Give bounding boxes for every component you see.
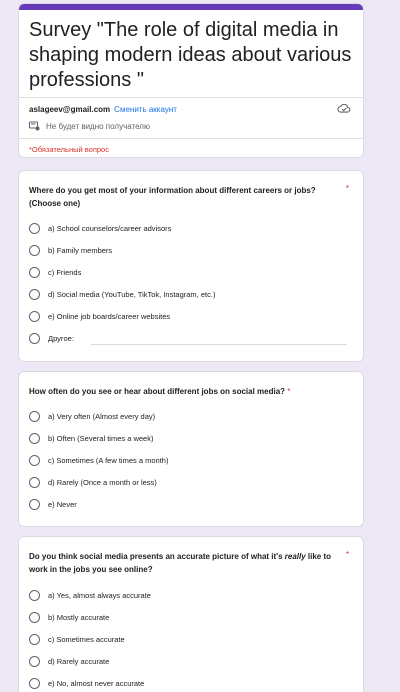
option-e[interactable]: e) Online job boards/career websites [29, 309, 170, 323]
radio-button[interactable] [29, 476, 40, 488]
radio-button[interactable] [29, 498, 40, 510]
form-page: Survey "The role of digital media in sha… [0, 0, 400, 692]
option-label: a) Very often (Almost every day) [48, 411, 156, 421]
account-row: aslageev@gmail.com Сменить аккаунт [29, 102, 355, 116]
radio-button[interactable] [29, 244, 40, 256]
question-title-emphasis: really [284, 552, 306, 561]
account-email: aslageev@gmail.com [29, 104, 111, 114]
question-card-1: Where do you get most of your informatio… [18, 170, 364, 362]
option-b[interactable]: b) Family members [29, 243, 112, 257]
question-title: Where do you get most of your informatio… [29, 186, 316, 208]
option-d[interactable]: d) Rarely accurate [29, 654, 109, 668]
required-star: * [345, 184, 349, 193]
option-e[interactable]: e) No, almost never accurate [29, 676, 144, 690]
divider [19, 138, 363, 139]
privacy-note: Не будет видно получателю [46, 121, 150, 131]
switch-account-link[interactable]: Сменить аккаунт [114, 105, 177, 114]
radio-button[interactable] [29, 310, 40, 322]
radio-button[interactable] [29, 410, 40, 422]
option-e[interactable]: e) Never [29, 497, 77, 511]
option-label: e) No, almost never accurate [48, 678, 145, 688]
radio-button[interactable] [29, 432, 40, 444]
option-label: c) Sometimes accurate [48, 634, 125, 644]
cloud-save-icon [337, 103, 351, 113]
required-star: * [287, 387, 291, 396]
option-d[interactable]: d) Rarely (Once a month or less) [29, 475, 157, 489]
question-title-start: Do you think social media presents an ac… [29, 552, 285, 561]
option-a[interactable]: a) Very often (Almost every day) [29, 409, 155, 423]
option-label: a) School counselors/career advisors [48, 223, 172, 233]
option-d[interactable]: d) Social media (YouTube, TikTok, Instag… [29, 287, 215, 301]
option-label: c) Friends [48, 267, 82, 277]
question-card-2: How often do you see or hear about diffe… [18, 371, 364, 527]
option-label: b) Mostly accurate [48, 612, 110, 622]
option-a[interactable]: a) School counselors/career advisors [29, 221, 171, 235]
other-text-input[interactable] [91, 344, 347, 345]
form-title: Survey "The role of digital media in sha… [29, 19, 352, 91]
question-card-3: Do you think social media presents an ac… [18, 536, 364, 692]
option-c[interactable]: c) Sometimes (A few times a month) [29, 453, 168, 467]
option-other[interactable]: Другое: [29, 331, 74, 345]
question-title: How often do you see or hear about diffe… [29, 385, 359, 398]
option-label: Другое: [48, 333, 74, 343]
option-label: a) Yes, almost always accurate [48, 590, 151, 600]
radio-button[interactable] [29, 288, 40, 300]
radio-button[interactable] [29, 266, 40, 278]
option-label: b) Family members [48, 245, 113, 255]
option-label: c) Sometimes (A few times a month) [48, 455, 169, 465]
radio-button[interactable] [29, 222, 40, 234]
radio-button[interactable] [29, 677, 40, 689]
option-label: d) Social media (YouTube, TikTok, Instag… [48, 289, 216, 299]
required-star: * [345, 550, 349, 559]
privacy-row: Не будет видно получателю [29, 119, 150, 133]
option-label: d) Rarely (Once a month or less) [48, 477, 157, 487]
radio-button[interactable] [29, 611, 40, 623]
radio-button[interactable] [29, 589, 40, 601]
radio-button[interactable] [29, 633, 40, 645]
option-label: b) Often (Several times a week) [48, 433, 154, 443]
option-c[interactable]: c) Sometimes accurate [29, 632, 125, 646]
option-label: d) Rarely accurate [48, 656, 110, 666]
option-label: e) Never [48, 499, 77, 509]
option-c[interactable]: c) Friends [29, 265, 81, 279]
radio-button[interactable] [29, 655, 40, 667]
radio-button[interactable] [29, 332, 40, 344]
option-label: e) Online job boards/career websites [48, 311, 171, 321]
option-b[interactable]: b) Often (Several times a week) [29, 431, 153, 445]
accent-bar [19, 4, 363, 10]
divider [19, 97, 363, 98]
required-note: *Обязательный вопрос [29, 145, 109, 154]
option-b[interactable]: b) Mostly accurate [29, 610, 109, 624]
not-shared-icon [29, 121, 40, 131]
radio-button[interactable] [29, 454, 40, 466]
option-a[interactable]: a) Yes, almost always accurate [29, 588, 151, 602]
question-title: Do you think social media presents an ac… [29, 550, 339, 576]
question-title-text: How often do you see or hear about diffe… [29, 387, 286, 396]
form-header-card: Survey "The role of digital media in sha… [18, 3, 364, 158]
